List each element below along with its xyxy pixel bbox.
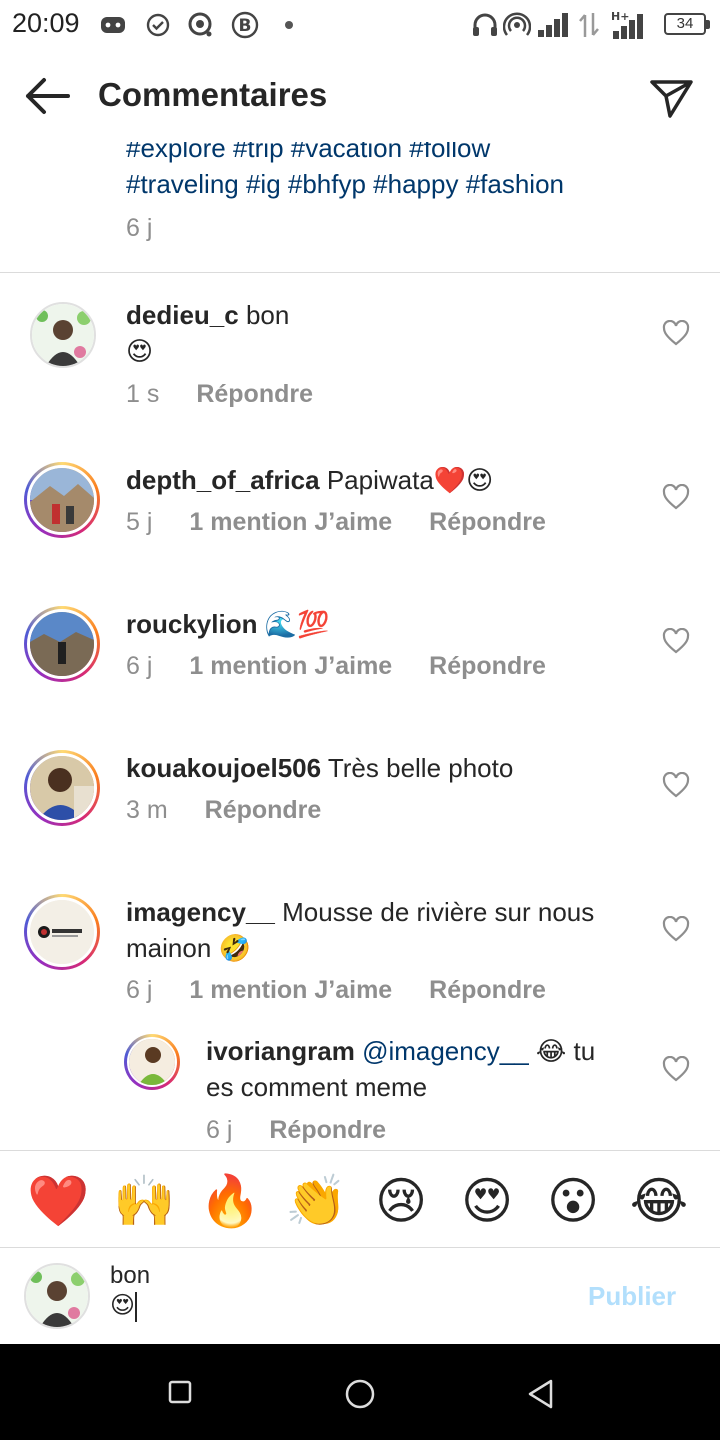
reply-button[interactable]: Répondre [429,652,546,680]
comment-input-bar: bon 😍 Publier [0,1249,720,1344]
home-button[interactable] [344,1378,376,1410]
comment-text: kouakoujoel506 Très belle photo [126,750,636,786]
text-cursor [135,1291,138,1322]
check-circle-icon [144,10,172,40]
emoji-crying-face[interactable]: 😢 [371,1171,431,1231]
caption-divider [0,272,720,273]
back-button[interactable] [526,1378,556,1410]
comment-text: rouckylion 🌊💯 [126,606,636,642]
comment-body: Très belle photo [327,753,514,783]
comment-mention[interactable]: @imagency__ [362,1036,529,1066]
comment-body: bon [245,300,290,330]
back-arrow-icon[interactable] [22,74,72,118]
reply-button[interactable]: Répondre [429,976,546,1004]
comment-body: Papiwata❤️😍 [326,465,494,495]
comment-timestamp: 3 m [126,796,168,824]
emoji-raising-hands[interactable]: 🙌 [113,1171,175,1231]
emoji-surprised-face[interactable]: 😮 [543,1171,603,1231]
emoji-fire[interactable]: 🔥 [199,1171,261,1231]
comment-text: ivoriangram @imagency__ 😂 tu es comment … [206,1033,626,1105]
comment-username[interactable]: imagency__ [126,897,275,927]
caption-hashtags-line-2[interactable]: #traveling #ig #bhfyp #happy #fashion [126,166,696,202]
status-time: 20:09 [12,8,80,38]
comment-text: imagency__ Mousse de rivière sur nous ma… [126,894,636,966]
comment-username[interactable]: dedieu_c [126,300,239,330]
like-heart-icon[interactable] [662,1055,690,1082]
like-heart-icon[interactable] [662,915,690,942]
page-title: Commentaires [98,76,328,113]
comment-text: depth_of_africa Papiwata❤️😍 [126,462,646,498]
app-header: Commentaires [0,50,720,142]
emoji-red-heart[interactable]: ❤️ [27,1171,89,1231]
comment-meta: 6 j 1 mention J’aime Répondre [126,976,576,1005]
comment-input-line-2: 😍 [110,1291,150,1322]
emoji-clapping-hands[interactable]: 👏 [285,1171,347,1231]
hotspot-icon [502,10,532,40]
data-transfer-icon [576,10,602,40]
comment-meta: 1 s Répondre [126,380,343,409]
comment-text: dedieu_c bon 😍 [126,297,636,369]
comment-meta: 5 j 1 mention J’aime Répondre [126,508,576,537]
reply-button[interactable]: Répondre [196,380,313,408]
comment-emoji: 😍 [126,336,154,366]
comment-body: 🌊💯 [264,609,330,639]
network-type-label: H+ [611,10,629,23]
comment-username[interactable]: ivoriangram [206,1036,355,1066]
comment-timestamp: 6 j [206,1116,233,1144]
likes-count[interactable]: 1 mention J’aime [189,976,392,1004]
avatar[interactable] [24,606,100,682]
headphones-icon [470,10,500,40]
publish-button[interactable]: Publier [588,1281,676,1312]
emoji-tears-of-joy[interactable]: 😂 [629,1171,689,1231]
comment-username[interactable]: depth_of_africa [126,465,320,495]
emoji-heart-eyes[interactable]: 😍 [457,1171,517,1231]
caption-timestamp: 6 j [126,214,153,242]
like-heart-icon[interactable] [662,771,690,798]
reply-button[interactable]: Répondre [269,1116,386,1144]
like-heart-icon[interactable] [662,483,690,510]
reply-button[interactable]: Répondre [205,796,322,824]
more-dot-icon [282,10,296,40]
battery-indicator: 34 [664,13,710,35]
system-navigation-bar [0,1344,720,1440]
signal-strength-icon [536,10,572,40]
reply-button[interactable]: Répondre [429,508,546,536]
comment-input-field[interactable]: bon 😍 [110,1261,150,1322]
gamepad-icon [98,10,128,40]
comment-meta: 6 j Répondre [206,1116,416,1145]
avatar[interactable] [30,302,96,368]
avatar[interactable] [24,462,100,538]
comment-timestamp: 5 j [126,508,153,536]
bitcoin-icon: B [230,10,260,40]
share-send-icon[interactable] [646,72,696,122]
recent-apps-button[interactable] [168,1380,192,1404]
comment-username[interactable]: rouckylion [126,609,257,639]
like-heart-icon[interactable] [662,319,690,346]
likes-count[interactable]: 1 mention J’aime [189,652,392,680]
likes-count[interactable]: 1 mention J’aime [189,508,392,536]
mobile-network-icon: H+ [608,10,652,40]
notification-alert-icon [186,10,216,40]
own-avatar [24,1263,90,1329]
avatar[interactable] [24,894,100,970]
comment-meta: 3 m Répondre [126,796,351,825]
status-bar: 20:09 B H+ 34 [0,0,720,50]
comment-timestamp: 1 s [126,380,160,408]
emoji-quick-bar: ❤️ 🙌 🔥 👏 😢 😍 😮 😂 [0,1150,720,1248]
avatar[interactable] [24,750,100,826]
comment-username[interactable]: kouakoujoel506 [126,753,321,783]
comment-meta: 6 j 1 mention J’aime Répondre [126,652,576,681]
avatar[interactable] [124,1034,180,1090]
comment-timestamp: 6 j [126,652,153,680]
comment-input-line-1: bon [110,1262,151,1289]
like-heart-icon[interactable] [662,627,690,654]
comment-timestamp: 6 j [126,976,153,1004]
svg-text:B: B [239,16,252,36]
